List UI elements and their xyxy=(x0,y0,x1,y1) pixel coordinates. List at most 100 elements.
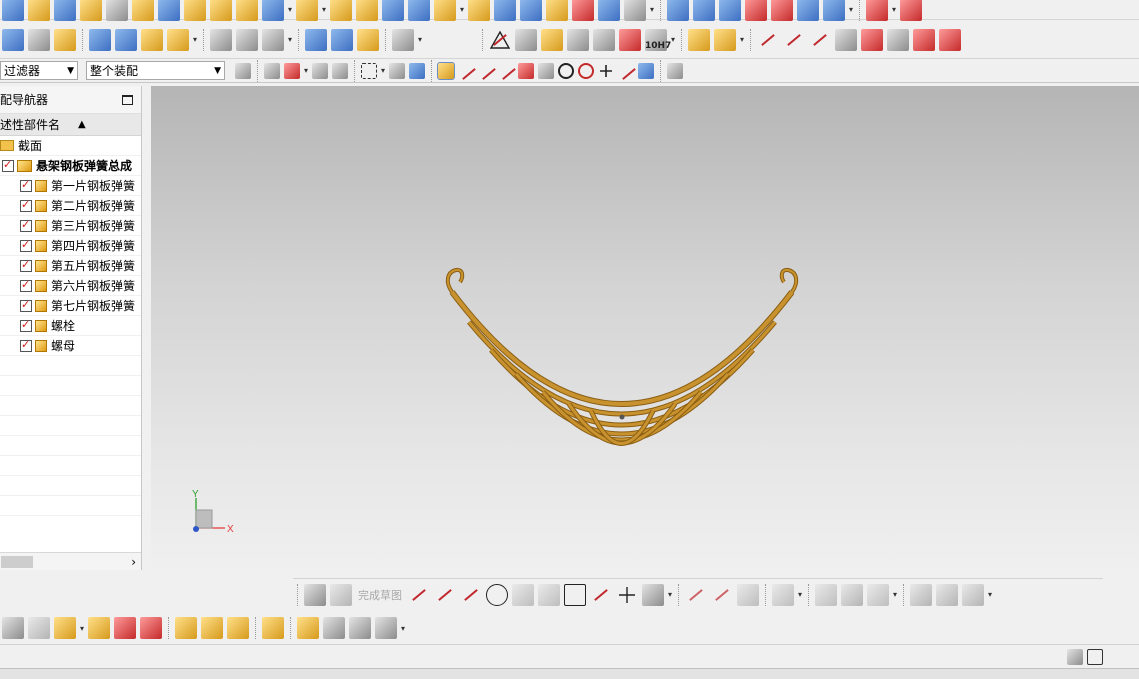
visibility-checkbox[interactable] xyxy=(20,278,32,292)
profile-icon[interactable] xyxy=(408,584,430,606)
dropdown-arrow-icon[interactable]: ▾ xyxy=(891,590,899,599)
surface-icon[interactable] xyxy=(262,0,284,21)
dimension-icon[interactable] xyxy=(619,28,641,51)
dropdown-arrow-icon[interactable]: ▾ xyxy=(302,66,310,75)
dropdown-arrow-icon[interactable]: ▾ xyxy=(379,66,387,75)
sequence-icon[interactable] xyxy=(349,617,371,639)
selection-scope-combo[interactable]: 整个装配 ▼ xyxy=(86,61,225,80)
snap-point-icon[interactable] xyxy=(437,61,455,80)
ribbon-icon[interactable] xyxy=(823,0,845,21)
scrollbar-thumb[interactable] xyxy=(1,555,33,568)
move-icon[interactable] xyxy=(866,0,888,21)
column-header[interactable]: 述性部件名 ▲ xyxy=(0,114,141,136)
studio-surface-icon[interactable] xyxy=(797,0,819,21)
sweep-icon[interactable] xyxy=(667,0,689,21)
load-component-icon[interactable] xyxy=(2,617,24,639)
finish-sketch-button[interactable]: 完成草图 xyxy=(358,587,402,603)
blend-icon[interactable] xyxy=(330,0,352,21)
visibility-checkbox[interactable] xyxy=(20,218,32,232)
relations-icon[interactable] xyxy=(962,583,984,606)
wave-link-icon[interactable] xyxy=(210,28,232,51)
table-icon[interactable] xyxy=(494,0,516,21)
dropdown-arrow-icon[interactable]: ▾ xyxy=(399,624,407,633)
freeform-icon[interactable] xyxy=(771,0,793,21)
fillet-icon[interactable] xyxy=(512,583,534,606)
sketch-icon[interactable] xyxy=(304,583,326,606)
parts-icon[interactable] xyxy=(141,28,163,51)
dropdown-arrow-icon[interactable]: ▾ xyxy=(738,35,746,44)
trim-icon[interactable] xyxy=(685,584,707,606)
gear-group-icon[interactable] xyxy=(567,28,589,51)
snap-on-curve-icon[interactable] xyxy=(618,63,634,79)
view-cube-icon[interactable] xyxy=(409,62,425,79)
new-parent-icon[interactable] xyxy=(88,617,110,639)
dropdown-arrow-icon[interactable]: ▾ xyxy=(648,5,656,14)
offset-curve-icon[interactable] xyxy=(887,28,909,51)
geometric-constraint-icon[interactable] xyxy=(867,583,889,606)
tree-row-part[interactable]: 第六片钢板弹簧 xyxy=(0,276,141,296)
section-icon[interactable] xyxy=(572,0,594,21)
tree-row-part[interactable]: 螺母 xyxy=(0,336,141,356)
assembly-icon[interactable] xyxy=(28,0,50,21)
new-component-icon[interactable] xyxy=(28,617,50,639)
dropdown-arrow-icon[interactable]: ▾ xyxy=(320,5,328,14)
wave-geometry-icon[interactable] xyxy=(375,617,397,639)
dropdown-arrow-icon[interactable]: ▾ xyxy=(796,590,804,599)
chevron-right-icon[interactable]: › xyxy=(131,555,136,569)
chamfer-icon[interactable] xyxy=(538,583,560,606)
project-icon[interactable] xyxy=(861,28,883,51)
measure-icon[interactable] xyxy=(262,28,284,51)
select-feature-icon[interactable] xyxy=(312,62,328,79)
snap-endpoint-icon[interactable] xyxy=(458,63,474,79)
exploded-view-icon[interactable] xyxy=(262,617,284,639)
select-point-icon[interactable] xyxy=(284,62,300,79)
triangle-icon[interactable] xyxy=(489,29,511,51)
shell-icon[interactable] xyxy=(356,0,378,21)
wrap-icon[interactable] xyxy=(546,0,568,21)
constraint-icon[interactable] xyxy=(815,583,837,606)
visibility-checkbox[interactable] xyxy=(2,158,14,172)
component-icon[interactable] xyxy=(80,0,102,21)
save-icon[interactable] xyxy=(54,0,76,21)
tree-row-part[interactable]: 第一片钢板弹簧 xyxy=(0,176,141,196)
extend-icon[interactable] xyxy=(711,584,733,606)
snap-existing-point-icon[interactable] xyxy=(598,63,614,79)
tree-row-section[interactable]: 截面 xyxy=(0,136,141,156)
pattern-icon[interactable] xyxy=(184,0,206,21)
extrude-icon[interactable] xyxy=(158,0,180,21)
table-edit-icon[interactable] xyxy=(515,28,537,51)
add-component-plus-icon[interactable] xyxy=(54,617,76,639)
select-body-icon[interactable] xyxy=(332,62,348,79)
general-select-icon[interactable] xyxy=(264,62,280,79)
auto-dimension-icon[interactable] xyxy=(936,583,958,606)
loft-icon[interactable] xyxy=(693,0,715,21)
delete-face-icon[interactable] xyxy=(900,0,922,21)
tree-row-part[interactable]: 第四片钢板弹簧 xyxy=(0,236,141,256)
tree-row-part[interactable]: 螺栓 xyxy=(0,316,141,336)
rapid-dimension-icon[interactable] xyxy=(841,583,863,606)
face-icon[interactable] xyxy=(382,0,404,21)
box-icon[interactable] xyxy=(132,0,154,21)
sketch-arc-icon[interactable] xyxy=(460,584,482,606)
cylinder-icon[interactable] xyxy=(468,0,490,21)
dropdown-arrow-icon[interactable]: ▾ xyxy=(847,5,855,14)
corner-icon[interactable] xyxy=(737,583,759,606)
finish-sketch-flag-icon[interactable] xyxy=(330,583,352,606)
cube-icon[interactable] xyxy=(520,0,542,21)
dropdown-arrow-icon[interactable]: ▾ xyxy=(78,624,86,633)
maximize-icon[interactable] xyxy=(122,94,133,105)
leaf-spring-model[interactable] xyxy=(445,267,799,446)
multi-body-icon[interactable] xyxy=(210,0,232,21)
tree-row-part[interactable]: 第七片钢板弹簧 xyxy=(0,296,141,316)
patch-icon[interactable] xyxy=(719,0,741,21)
spline-icon[interactable] xyxy=(642,583,664,606)
dropdown-arrow-icon[interactable]: ▾ xyxy=(458,5,466,14)
snap-center-icon[interactable] xyxy=(558,62,574,79)
replace-component-icon[interactable] xyxy=(227,617,249,639)
cylinder-part-icon[interactable] xyxy=(305,28,327,51)
dropdown-arrow-icon[interactable]: ▾ xyxy=(286,35,294,44)
spreadsheet-icon[interactable] xyxy=(28,28,50,51)
text-style-icon[interactable] xyxy=(167,28,189,51)
shade-icon[interactable] xyxy=(624,0,646,21)
edit-icon[interactable] xyxy=(106,0,128,21)
